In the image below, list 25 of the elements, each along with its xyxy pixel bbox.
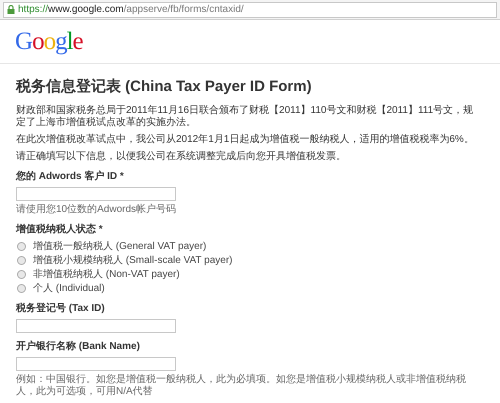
field-hint: 请使用您10位数的Adwords帐户号码: [16, 204, 178, 216]
input-field[interactable]: [16, 319, 176, 333]
radio-label: 增值税一般纳税人 (General VAT payer): [33, 240, 206, 253]
field-label: 税务登记号 (Tax ID): [16, 302, 106, 315]
intro-paragraph: 在此次增值税改革试点中，我公司从2012年1月1日起成为增值税一般纳税人，适用的增值税税率为6%。: [16, 134, 475, 146]
radio-button[interactable]: [17, 284, 26, 293]
field-hint: 例如：中国银行。如您是增值税一般纳税人，此为必填项。如您是增值税小规模纳税人或非增值税纳税人，此为可选项，可用N/A代替: [16, 374, 467, 398]
input-field[interactable]: [16, 187, 176, 201]
radio-label: 增值税小规模纳税人 (Small-scale VAT payer): [33, 254, 232, 267]
address-bar[interactable]: https://www.google.com/appserve/fb/forms/cntaxid/: [3, 2, 497, 18]
input-field[interactable]: [16, 357, 176, 371]
radio-button[interactable]: [17, 270, 26, 279]
field-label: 开户银行名称 (Bank Name): [16, 340, 141, 353]
lock-icon: [7, 5, 15, 14]
field-label: 增值税纳税人状态 *: [16, 223, 104, 236]
field-label: 您的 Adwords 客户 ID *: [16, 170, 125, 183]
radio-button[interactable]: [17, 242, 26, 251]
url-text: https://www.google.com/appserve/fb/forms/cntaxid/: [18, 4, 244, 16]
radio-label: 非增值税纳税人 (Non-VAT payer): [33, 268, 180, 281]
intro-paragraph: 财政部和国家税务总局于2011年11月16日联合颁布了财税【2011】110号文和财税【2011】111号文，规定了上海市增值税试点改革的实施办法。: [16, 105, 474, 129]
radio-button[interactable]: [17, 256, 26, 265]
radio-label: 个人 (Individual): [33, 282, 105, 295]
form-title: 税务信息登记表 (China Tax Payer ID Form): [16, 78, 313, 96]
intro-paragraph: 请正确填写以下信息，以便我公司在系统调整完成后向您开具增值税发票。: [16, 151, 347, 163]
google-logo: Google: [15, 28, 83, 56]
